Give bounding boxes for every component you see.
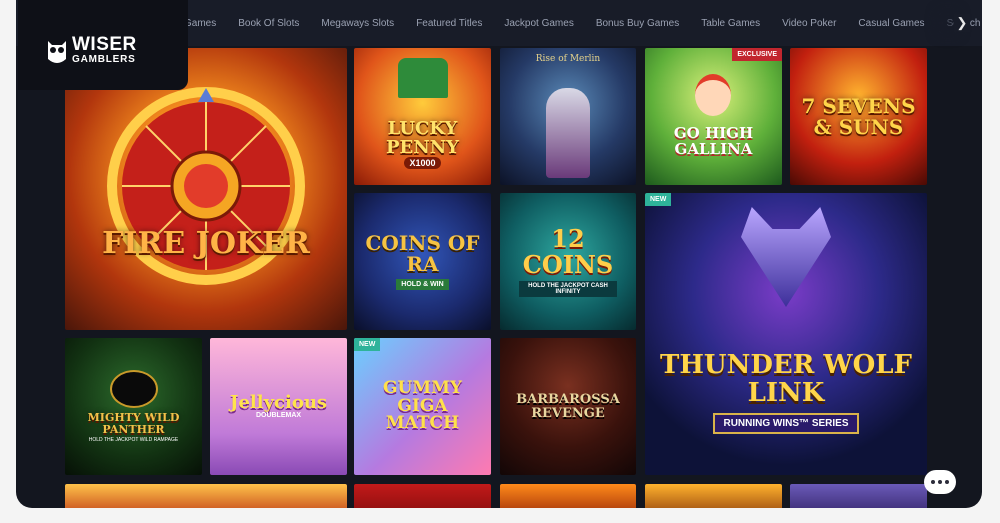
game-tile-partial-3[interactable]: [500, 484, 636, 508]
game-tile-12-coins[interactable]: 12 COINS HOLD THE JACKPOT CASH INFINITY: [500, 193, 636, 330]
game-tile-sevens-suns[interactable]: 7 SEVENS & SUNS: [790, 48, 927, 185]
chat-bubble-icon[interactable]: [924, 470, 956, 494]
game-tile-coins-of-ra[interactable]: COINS OF RA HOLD & WIN: [354, 193, 491, 330]
game-subtitle: DOUBLEMAX: [255, 412, 302, 420]
leprechaun-hat-icon: [398, 58, 448, 98]
game-subtitle: X1000: [404, 157, 441, 170]
nav-item[interactable]: Bonus Buy Games: [596, 18, 679, 29]
badge: NEW: [354, 338, 381, 351]
nav-item[interactable]: Book Of Slots: [238, 18, 299, 29]
game-tile-partial-5[interactable]: [790, 484, 927, 508]
nav-item[interactable]: Featured Titles: [416, 18, 482, 29]
game-title: BARBAROSSA REVENGE: [516, 391, 620, 421]
game-title: 12 COINS: [522, 224, 614, 279]
panther-icon: [109, 369, 158, 408]
game-tile-thunder-wolf-link[interactable]: NEW THUNDER WOLF LINK RUNNING WINS™ SERI…: [645, 193, 927, 475]
badge: NEW: [645, 193, 672, 206]
game-tile-partial-2[interactable]: [354, 484, 491, 508]
chicken-icon: [695, 74, 731, 116]
game-tile-barbarossa-revenge[interactable]: BARBAROSSA REVENGE: [500, 338, 636, 475]
game-tile-mighty-wild-panther[interactable]: MIGHTY WILD PANTHER HOLD THE JACKPOT WIL…: [65, 338, 202, 475]
owl-icon: [48, 41, 66, 63]
game-tile-partial-4[interactable]: [645, 484, 782, 508]
game-subtitle: HOLD THE JACKPOT CASH INFINITY: [519, 280, 617, 297]
game-title: Jellycious: [229, 391, 328, 413]
game-title: 7 SEVENS & SUNS: [801, 93, 916, 139]
logo-subtitle: GAMBLERS: [72, 54, 136, 65]
game-title: GO HIGH GALLINA: [673, 124, 754, 158]
game-title: FIRE JOKER: [102, 226, 310, 261]
game-tile-rise-of-merlin[interactable]: Rise of Merlin: [500, 48, 636, 185]
nav-item[interactable]: Video Poker: [782, 18, 836, 29]
nav-item[interactable]: Jackpot Games: [504, 18, 573, 29]
game-subtitle: HOLD THE JACKPOT WILD RAMPAGE: [88, 437, 179, 444]
game-tile-jellycious[interactable]: Jellycious DOUBLEMAX: [210, 338, 347, 475]
nav-item[interactable]: Games: [184, 18, 216, 29]
game-title: Rise of Merlin: [535, 54, 601, 64]
nav-item[interactable]: Table Games: [701, 18, 760, 29]
site-logo[interactable]: WISER GAMBLERS: [18, 0, 188, 90]
logo-wordmark: WISER: [72, 34, 137, 55]
category-nav-list: Games Book Of Slots Megaways Slots Featured…: [184, 0, 982, 46]
wolf-head-icon: [741, 207, 831, 307]
nav-item[interactable]: Megaways Slots: [321, 18, 394, 29]
game-title: MIGHTY WILD PANTHER: [87, 410, 180, 436]
game-title: THUNDER WOLF LINK: [660, 350, 912, 408]
game-subtitle: HOLD & WIN: [396, 279, 449, 290]
game-subtitle: RUNNING WINS™ SERIES: [713, 412, 859, 434]
game-tile-lucky-penny[interactable]: LUCKY PENNY X1000: [354, 48, 491, 185]
badge: EXCLUSIVE: [732, 48, 782, 61]
game-title: LUCKY PENNY: [385, 117, 459, 158]
game-tile-gummy-giga-match[interactable]: NEW GUMMY GIGA MATCH: [354, 338, 491, 475]
game-tile-fire-joker[interactable]: FIRE JOKER: [65, 48, 347, 330]
game-tile-partial-1[interactable]: [65, 484, 347, 508]
nav-item[interactable]: Casual Games: [858, 18, 924, 29]
game-title: COINS OF RA: [365, 231, 480, 276]
wizard-figure-icon: [546, 88, 590, 178]
game-tile-go-high-gallina[interactable]: EXCLUSIVE GO HIGH GALLINA: [645, 48, 782, 185]
chevron-right-icon[interactable]: ❯: [954, 14, 970, 32]
game-title: GUMMY GIGA MATCH: [382, 377, 463, 434]
